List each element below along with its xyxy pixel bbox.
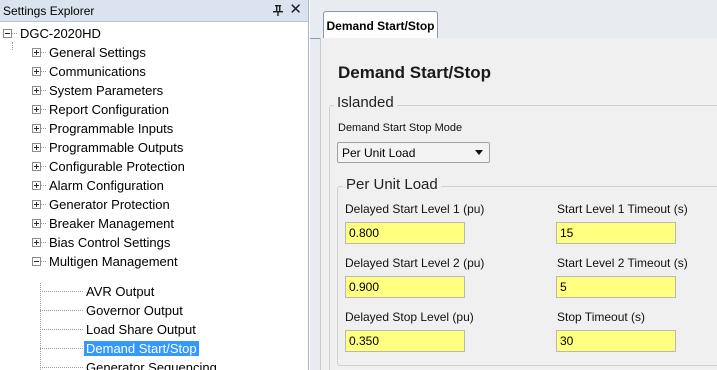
islanded-group-title: Islanded	[334, 94, 397, 111]
start-level-2-timeout-input[interactable]: 5	[556, 276, 676, 298]
tree-item-system-parameters[interactable]: System Parameters	[32, 81, 163, 99]
tree-item-label: Communications	[49, 63, 146, 79]
tree-item-general-settings[interactable]: General Settings	[32, 43, 146, 61]
expand-icon[interactable]	[32, 199, 41, 209]
expand-icon[interactable]	[32, 161, 41, 171]
tree-item-generator-protection[interactable]: Generator Protection	[32, 195, 170, 213]
tab-strip: Demand Start/Stop	[310, 0, 717, 39]
delayed-stop-level-label: Delayed Stop Level (pu)	[345, 310, 474, 324]
content-area: Demand Start/Stop Demand Start/Stop Isla…	[310, 0, 717, 370]
tree-line	[40, 283, 41, 370]
tree-item-bias-control-settings[interactable]: Bias Control Settings	[32, 233, 170, 251]
tree-line	[40, 367, 83, 368]
tree-item-label: Programmable Outputs	[49, 139, 184, 155]
tree-item-root[interactable]: DGC-2020HD	[3, 24, 101, 42]
tree-item-label: Generator Protection	[49, 196, 170, 212]
start-level-1-timeout-input[interactable]: 15	[556, 222, 676, 244]
expand-icon[interactable]	[32, 237, 41, 247]
tree-item-generator-sequencing[interactable]: Generator Sequencing	[86, 358, 217, 370]
expand-icon[interactable]	[32, 47, 41, 57]
tree-item-report-configuration[interactable]: Report Configuration	[32, 100, 169, 118]
page-title: Demand Start/Stop	[338, 63, 492, 82]
tree-line	[40, 329, 83, 330]
tree-item-label: Breaker Management	[49, 215, 175, 231]
start-level-1-timeout-label: Start Level 1 Timeout (s)	[557, 202, 688, 216]
tree-line	[40, 291, 83, 292]
tree-item-programmable-outputs[interactable]: Programmable Outputs	[32, 138, 183, 156]
start-level-2-timeout-label: Start Level 2 Timeout (s)	[557, 256, 688, 270]
chevron-down-icon	[475, 150, 483, 155]
tree-item-label: Generator Sequencing	[86, 359, 217, 370]
tree-item-multigen-management[interactable]: Multigen Management	[32, 252, 178, 270]
tree-item-alarm-configuration[interactable]: Alarm Configuration	[32, 176, 164, 194]
delayed-stop-level-input[interactable]: 0.350	[345, 330, 465, 352]
tree-item-label: Governor Output	[86, 302, 183, 318]
expand-icon[interactable]	[32, 123, 41, 133]
tree-item-label: Alarm Configuration	[49, 177, 164, 193]
tree-item-label: AVR Output	[86, 283, 155, 299]
tree-item-avr-output[interactable]: AVR Output	[86, 282, 154, 300]
tree-line	[40, 310, 83, 311]
tree-item-governor-output[interactable]: Governor Output	[86, 301, 183, 319]
pin-icon[interactable]	[272, 4, 284, 17]
delayed-start-level-2-input[interactable]: 0.900	[345, 276, 465, 298]
tree-item-label: Multigen Management	[49, 253, 178, 269]
expand-icon[interactable]	[32, 66, 41, 76]
tree-item-label: Report Configuration	[49, 101, 169, 117]
app-window: Settings Explorer ✕ DGC-2020HD General S…	[0, 0, 717, 370]
tree-item-programmable-inputs[interactable]: Programmable Inputs	[32, 119, 173, 137]
tree-item-label: Configurable Protection	[49, 158, 185, 174]
tree-item-configurable-protection[interactable]: Configurable Protection	[32, 157, 185, 175]
tab-demand-start-stop[interactable]: Demand Start/Stop	[323, 11, 438, 39]
stop-timeout-input[interactable]: 30	[556, 330, 676, 352]
tree-item-breaker-management[interactable]: Breaker Management	[32, 214, 174, 232]
collapse-icon[interactable]	[32, 256, 41, 266]
settings-explorer-panel: Settings Explorer ✕ DGC-2020HD General S…	[0, 0, 309, 370]
tree-item-label: Load Share Output	[86, 321, 196, 337]
expand-icon[interactable]	[32, 180, 41, 190]
mode-label: Demand Start Stop Mode	[338, 122, 463, 134]
delayed-start-level-1-label: Delayed Start Level 1 (pu)	[345, 202, 485, 216]
demand-start-stop-mode-select[interactable]: Per Unit Load	[337, 142, 490, 163]
expand-icon[interactable]	[32, 85, 41, 95]
tree-line	[40, 348, 83, 349]
tree-item-label: General Settings	[49, 44, 146, 60]
settings-page: Demand Start/Stop Islanded Demand Start …	[320, 38, 717, 370]
mode-select-value: Per Unit Load	[342, 145, 416, 160]
tree-item-demand-start-stop[interactable]: Demand Start/Stop	[84, 339, 199, 357]
tree-root-label: DGC-2020HD	[20, 25, 101, 41]
tree-item-label: Programmable Inputs	[49, 120, 174, 136]
delayed-start-level-2-label: Delayed Start Level 2 (pu)	[345, 256, 485, 270]
delayed-start-level-1-input[interactable]: 0.800	[345, 222, 465, 244]
per-unit-load-group-title: Per Unit Load	[343, 176, 441, 193]
expand-icon[interactable]	[32, 104, 41, 114]
tree-item-communications[interactable]: Communications	[32, 62, 146, 80]
collapse-icon[interactable]	[3, 28, 12, 38]
close-icon[interactable]: ✕	[289, 1, 302, 19]
tree-item-label: System Parameters	[49, 82, 164, 98]
tree-item-label-selected: Demand Start/Stop	[84, 340, 199, 356]
explorer-header: Settings Explorer ✕	[0, 0, 308, 22]
expand-icon[interactable]	[32, 218, 41, 228]
tree-line	[12, 42, 13, 50]
tree-item-load-share-output[interactable]: Load Share Output	[86, 320, 196, 338]
tree-item-label: Bias Control Settings	[49, 234, 171, 250]
expand-icon[interactable]	[32, 142, 41, 152]
explorer-title: Settings Explorer	[3, 3, 95, 18]
stop-timeout-label: Stop Timeout (s)	[557, 310, 646, 324]
